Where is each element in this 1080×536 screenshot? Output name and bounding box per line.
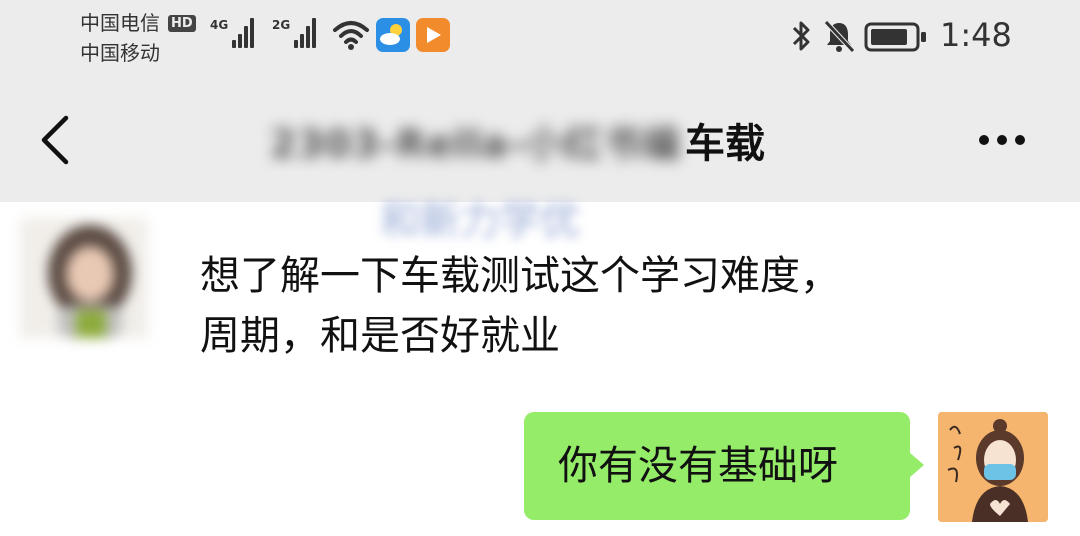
signal-bar [238,34,243,48]
network-type-2: 2G [272,18,291,32]
chat-header: 2303-Rella-小红书编 车载 [0,80,1080,202]
signal-bar [232,40,237,48]
back-button[interactable] [30,110,82,170]
chat-title: 2303-Rella-小红书编 车载 [270,110,765,170]
more-options-button[interactable] [970,120,1034,160]
signal-4g-indicator: 4G [210,18,255,48]
message-sent-bubble[interactable]: 你有没有基础呀 [524,412,924,520]
signal-2g-indicator: 2G [272,18,317,48]
network-type-1: 4G [210,18,229,32]
weather-app-icon [376,18,410,52]
message-sent: 你有没有基础呀 [558,443,838,489]
contact-avatar[interactable] [20,218,148,338]
bluetooth-icon [792,21,810,51]
mute-bell-icon [824,20,855,53]
status-bar: 中国电信 HD 中国移动 4G 2G 1:48 [0,0,1080,80]
obscured-background-text: 和新力学优 [380,198,580,244]
hd-badge: HD [168,14,196,32]
avatar-image [938,412,1048,522]
carrier-info: 中国电信 HD 中国移动 [80,8,196,68]
wifi-icon [333,21,369,50]
signal-bar [250,18,255,48]
signal-bar [300,34,305,48]
status-clock: 1:48 [940,16,1012,54]
signal-bar [312,18,317,48]
my-avatar[interactable] [938,412,1048,522]
carrier-1-name: 中国电信 [80,11,160,35]
signal-bar [244,26,249,48]
signal-bar [306,26,311,48]
chat-title-visible: 车载 [685,121,766,167]
battery-icon [864,22,926,52]
video-app-icon [416,18,450,52]
chat-area[interactable]: 和新力学优 想了解一下车载测试这个学习难度，周期，和是否好就业 你有没有基础呀 [0,198,1080,536]
chat-title-obscured: 2303-Rella-小红书编 [270,121,682,166]
message-received[interactable]: 想了解一下车载测试这个学习难度，周期，和是否好就业 [200,246,860,366]
chevron-left-icon [41,115,69,165]
more-dots-icon [979,135,1025,145]
signal-bar [294,40,299,48]
carrier-2-name: 中国移动 [80,41,160,65]
avatar-image [20,218,148,338]
